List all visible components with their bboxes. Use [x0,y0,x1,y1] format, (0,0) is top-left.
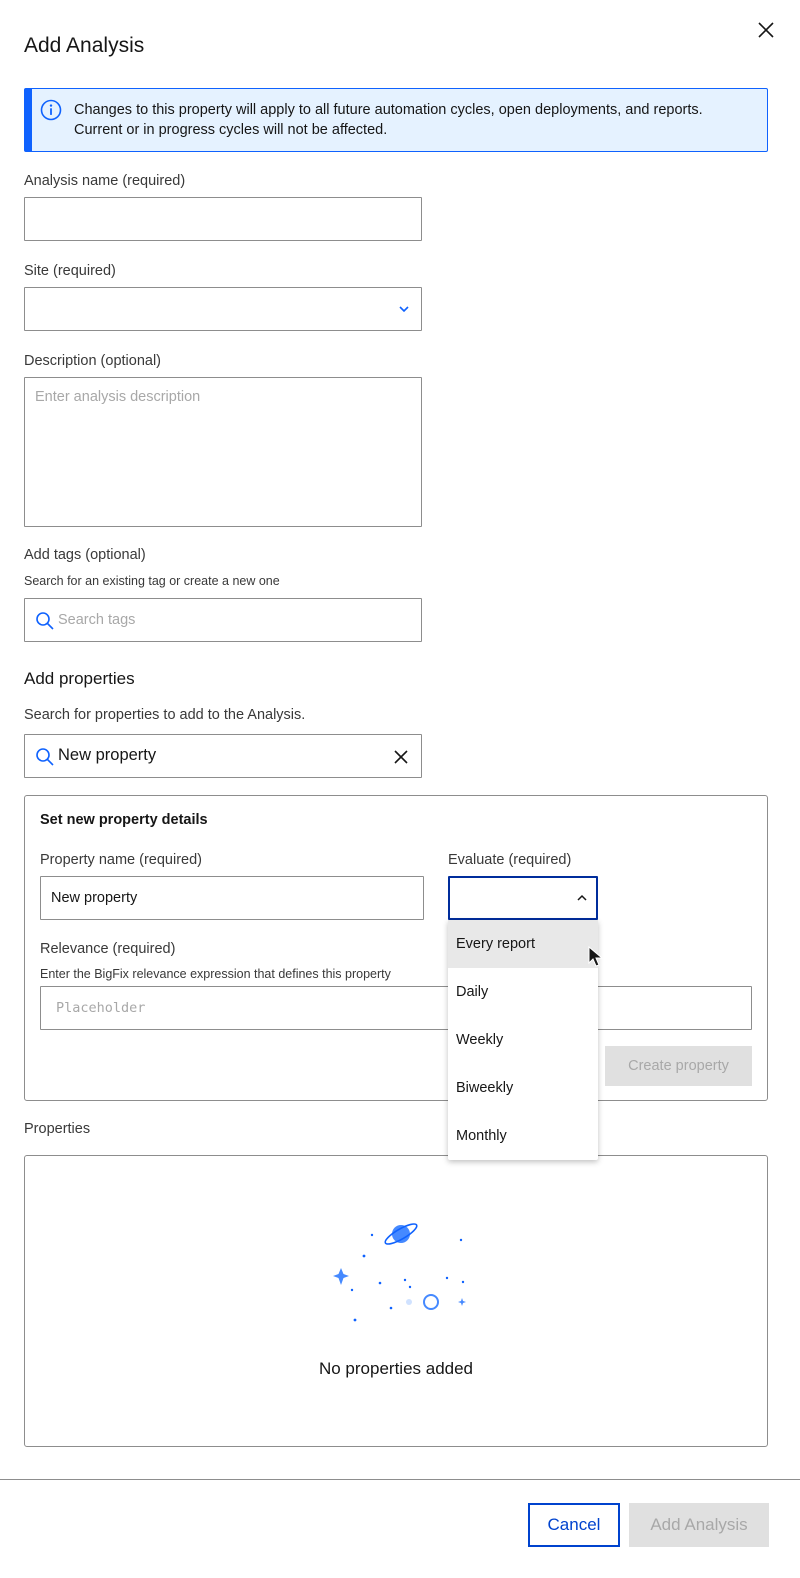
modal-title: Add Analysis [24,34,145,57]
site-select[interactable] [24,287,422,331]
evaluate-select[interactable] [448,876,598,920]
footer-divider [0,1479,800,1480]
tags-search-input[interactable]: Search tags [24,598,422,642]
analysis-name-label: Analysis name (required) [24,173,186,189]
empty-state-text: No properties added [318,1359,474,1378]
add-properties-title: Add properties [24,669,135,688]
evaluate-option-weekly[interactable]: Weekly [448,1016,598,1064]
tags-search-placeholder: Search tags [58,612,136,628]
evaluate-label: Evaluate (required) [448,852,572,868]
properties-search-input[interactable]: New property [24,734,422,778]
clear-search-icon[interactable] [391,747,411,767]
create-property-button[interactable]: Create property [605,1046,752,1086]
relevance-input[interactable]: Placeholder [40,986,752,1030]
relevance-helper: Enter the BigFix relevance expression th… [40,967,391,981]
chevron-up-icon [575,891,589,905]
properties-empty-state: No properties added [24,1155,768,1447]
description-label: Description (optional) [24,353,162,369]
evaluate-dropdown-menu: Every report Daily Weekly Biweekly Month… [448,920,598,1160]
evaluate-option-daily[interactable]: Daily [448,968,598,1016]
add-properties-helper: Search for properties to add to the Anal… [24,707,306,723]
analysis-name-input[interactable] [24,197,422,241]
search-icon [35,747,55,767]
add-analysis-button[interactable]: Add Analysis [629,1503,769,1547]
close-icon[interactable] [754,18,778,42]
evaluate-option-monthly[interactable]: Monthly [448,1112,598,1160]
tags-helper: Search for an existing tag or create a n… [24,574,280,588]
description-placeholder: Enter analysis description [35,389,201,405]
empty-state-illustration [333,1223,466,1322]
chevron-down-icon [397,302,411,316]
relevance-placeholder: Placeholder [56,1000,146,1016]
relevance-label: Relevance (required) [40,941,176,957]
cancel-button[interactable]: Cancel [528,1503,620,1547]
properties-title: Properties [24,1121,91,1137]
mouse-cursor-icon [588,945,604,968]
banner-line-1: Changes to this property will apply to a… [74,102,703,118]
property-name-value: New property [51,890,138,906]
site-label: Site (required) [24,263,116,279]
evaluate-option-biweekly[interactable]: Biweekly [448,1064,598,1112]
property-name-input[interactable]: New property [40,876,424,920]
properties-search-value: New property [58,746,157,764]
evaluate-option-every-report[interactable]: Every report [448,920,598,968]
tags-label: Add tags (optional) [24,547,146,563]
banner-line-2: Current or in progress cycles will not b… [74,122,388,138]
description-textarea[interactable]: Enter analysis description [24,377,422,527]
search-icon [35,611,55,631]
info-icon [40,99,62,121]
property-name-label: Property name (required) [40,852,202,868]
new-property-title: Set new property details [40,812,208,828]
banner-message: Changes to this property will apply to a… [74,100,754,140]
